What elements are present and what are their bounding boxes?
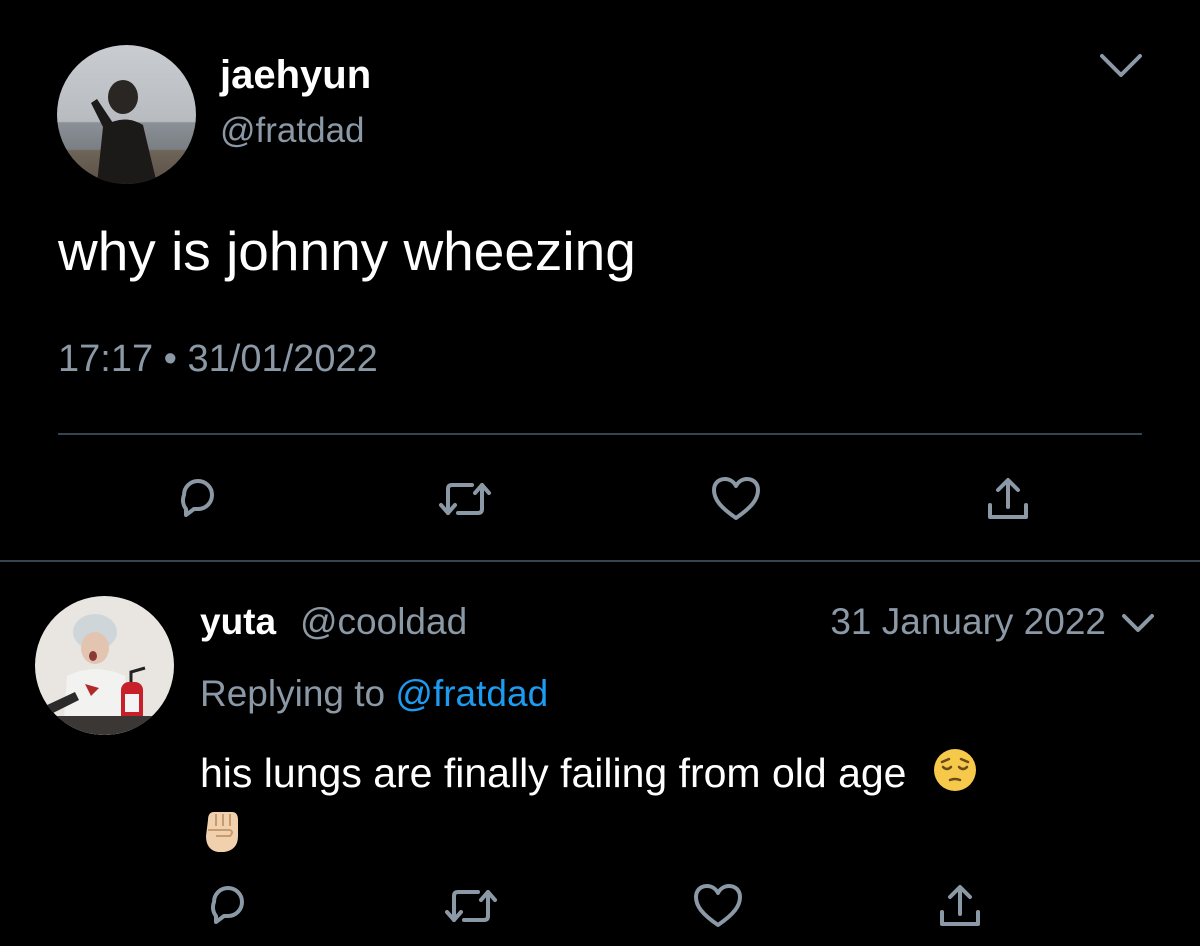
tweet-text: his lungs are finally failing from old a…: [200, 746, 1100, 869]
chevron-down-icon[interactable]: [1096, 48, 1146, 84]
replying-prefix: Replying to: [200, 673, 386, 714]
avatar[interactable]: [35, 596, 174, 735]
divider: [0, 560, 1200, 562]
share-icon[interactable]: [984, 475, 1032, 523]
tweet-text: why is johnny wheezing: [58, 220, 636, 282]
share-icon[interactable]: [936, 882, 984, 930]
retweet-icon[interactable]: [444, 882, 498, 930]
author-name[interactable]: yuta: [200, 600, 276, 644]
pensive-face-emoji: [932, 747, 978, 806]
raised-fist-emoji: [200, 806, 244, 869]
tweet-timestamp[interactable]: 17:17 • 31/01/2022: [58, 336, 378, 382]
author-name[interactable]: jaehyun: [220, 52, 371, 98]
divider: [58, 433, 1142, 435]
mention-link[interactable]: @fratdad: [395, 673, 548, 714]
chevron-down-icon[interactable]: [1118, 608, 1158, 638]
heart-icon[interactable]: [710, 475, 762, 523]
tweet-date: 31/01/2022: [187, 338, 378, 380]
retweet-icon[interactable]: [438, 475, 492, 523]
reply-body: his lungs are finally failing from old a…: [200, 750, 907, 796]
reply-icon[interactable]: [202, 882, 250, 930]
avatar[interactable]: [57, 45, 196, 184]
tweet-time: 17:17: [58, 338, 154, 380]
author-handle[interactable]: @fratdad: [220, 110, 365, 152]
replying-to: Replying to @fratdad: [200, 672, 548, 716]
tweet-thread-screen: jaehyun @fratdad why is johnny wheezing …: [0, 0, 1200, 946]
meta-separator: •: [163, 338, 177, 380]
reply-icon[interactable]: [172, 475, 220, 523]
tweet-date[interactable]: 31 January 2022: [830, 600, 1106, 644]
heart-icon[interactable]: [692, 882, 744, 930]
author-handle[interactable]: @cooldad: [300, 600, 467, 644]
